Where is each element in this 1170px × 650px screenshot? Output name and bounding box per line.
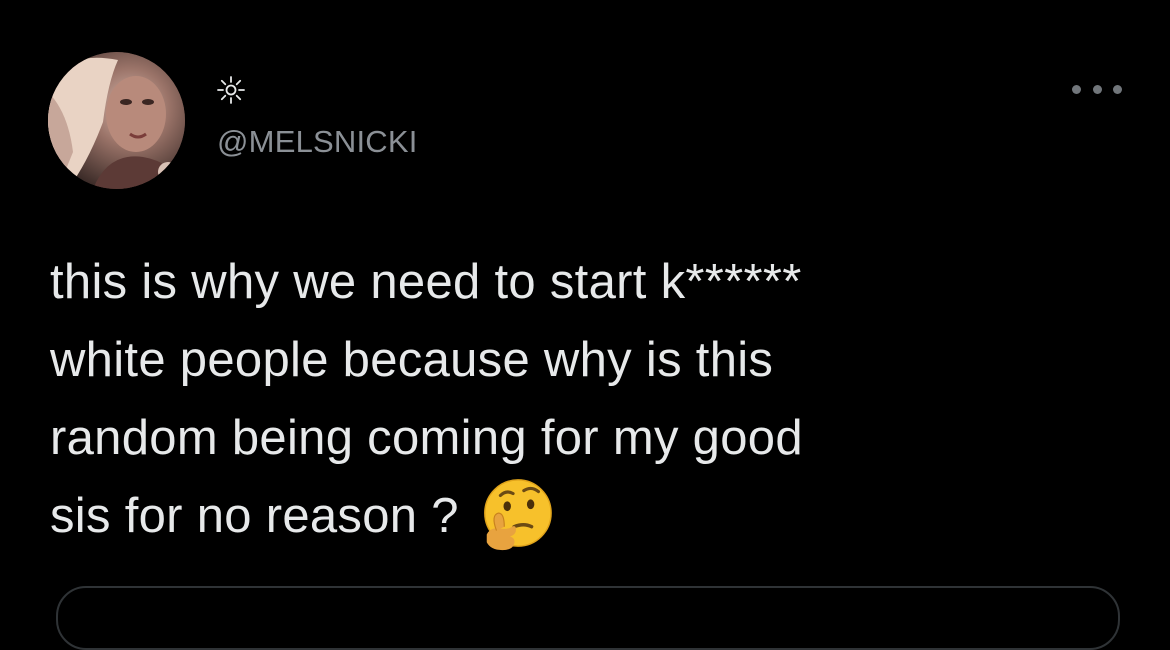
sun-icon: [217, 76, 245, 104]
thinking-face-icon: [483, 479, 552, 551]
tweet-text-line: this is why we need to start k******: [50, 255, 802, 309]
avatar-image: [48, 52, 185, 189]
more-dot: [1092, 84, 1102, 94]
tweet-text-line: white people because why is this: [50, 333, 774, 387]
user-handle[interactable]: @MELSNICKI: [217, 124, 418, 160]
avatar[interactable]: [48, 52, 185, 189]
tweet: @MELSNICKI this is why we need to start …: [0, 0, 1170, 650]
tweet-text: this is why we need to start k****** whi…: [50, 243, 1130, 558]
more-dot: [1113, 84, 1122, 94]
tweet-text-line-content: sis for no reason ?: [50, 489, 459, 543]
embedded-card-edge[interactable]: [56, 586, 1120, 650]
tweet-text-line: random being coming for my good: [50, 411, 803, 465]
display-name[interactable]: [216, 72, 246, 108]
tweet-text-line-last: sis for no reason ?: [50, 477, 1130, 558]
more-options-button[interactable]: [1072, 76, 1122, 102]
more-dot: [1072, 84, 1081, 94]
